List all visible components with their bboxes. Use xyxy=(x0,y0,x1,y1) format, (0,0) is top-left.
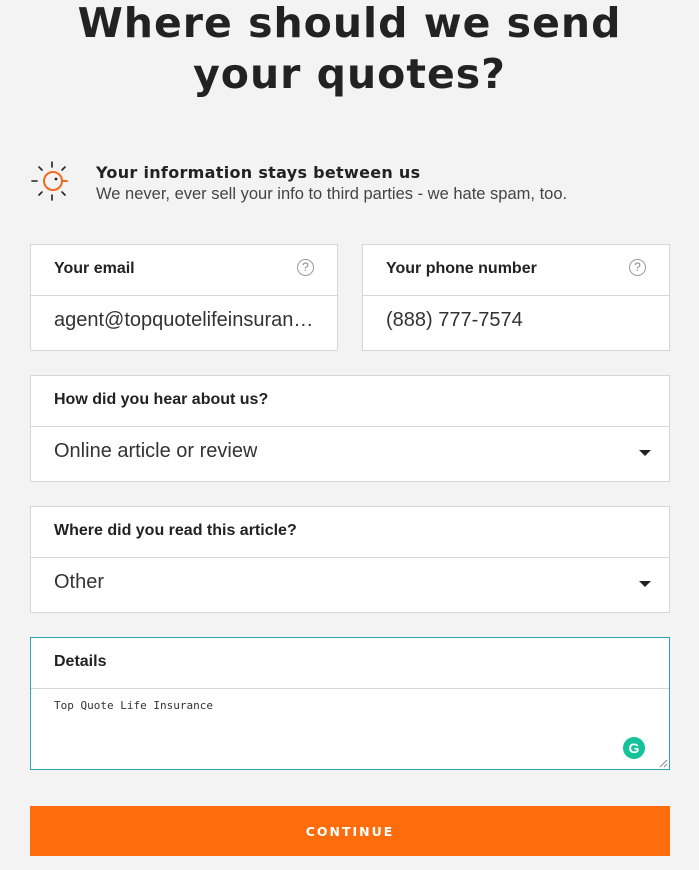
email-input[interactable]: agent@topquotelifeinsurance.com xyxy=(54,309,316,332)
email-label: Your email xyxy=(54,260,135,277)
article-source-select[interactable]: Where did you read this article? Other xyxy=(30,506,670,613)
hear-about-divider xyxy=(31,426,669,427)
details-textarea[interactable] xyxy=(31,689,669,768)
article-source-value[interactable]: Other xyxy=(54,571,104,594)
chevron-down-icon[interactable] xyxy=(639,450,651,456)
chevron-down-icon[interactable] xyxy=(639,581,651,587)
page-title: Where should we send your quotes? xyxy=(0,0,699,100)
phone-help-icon[interactable]: ? xyxy=(629,259,646,276)
continue-button[interactable]: CONTINUE xyxy=(30,806,670,856)
privacy-notice: Your information stays between us We nev… xyxy=(31,160,671,206)
resize-grip-icon[interactable] xyxy=(659,759,668,768)
article-source-label: Where did you read this article? xyxy=(54,522,297,539)
phone-field[interactable]: Your phone number ? (888) 777-7574 xyxy=(362,244,670,351)
details-label: Details xyxy=(54,653,107,670)
email-field[interactable]: Your email ? agent@topquotelifeinsurance… xyxy=(30,244,338,351)
page-title-line1: Where should we send xyxy=(77,0,622,47)
page-title-line2: your quotes? xyxy=(193,50,506,98)
sun-face-icon xyxy=(31,161,68,201)
article-source-divider xyxy=(31,557,669,558)
phone-label: Your phone number xyxy=(386,260,537,277)
privacy-heading: Your information stays between us xyxy=(96,163,421,182)
hear-about-value[interactable]: Online article or review xyxy=(54,440,257,463)
privacy-subtext: We never, ever sell your info to third p… xyxy=(96,185,568,203)
grammarly-icon[interactable]: G xyxy=(623,737,645,759)
hear-about-label: How did you hear about us? xyxy=(54,391,269,408)
email-divider xyxy=(31,295,337,296)
phone-divider xyxy=(363,295,669,296)
hear-about-select[interactable]: How did you hear about us? Online articl… xyxy=(30,375,670,482)
details-field[interactable]: Details G xyxy=(30,637,670,770)
email-help-icon[interactable]: ? xyxy=(297,259,314,276)
phone-input[interactable]: (888) 777-7574 xyxy=(386,309,523,332)
